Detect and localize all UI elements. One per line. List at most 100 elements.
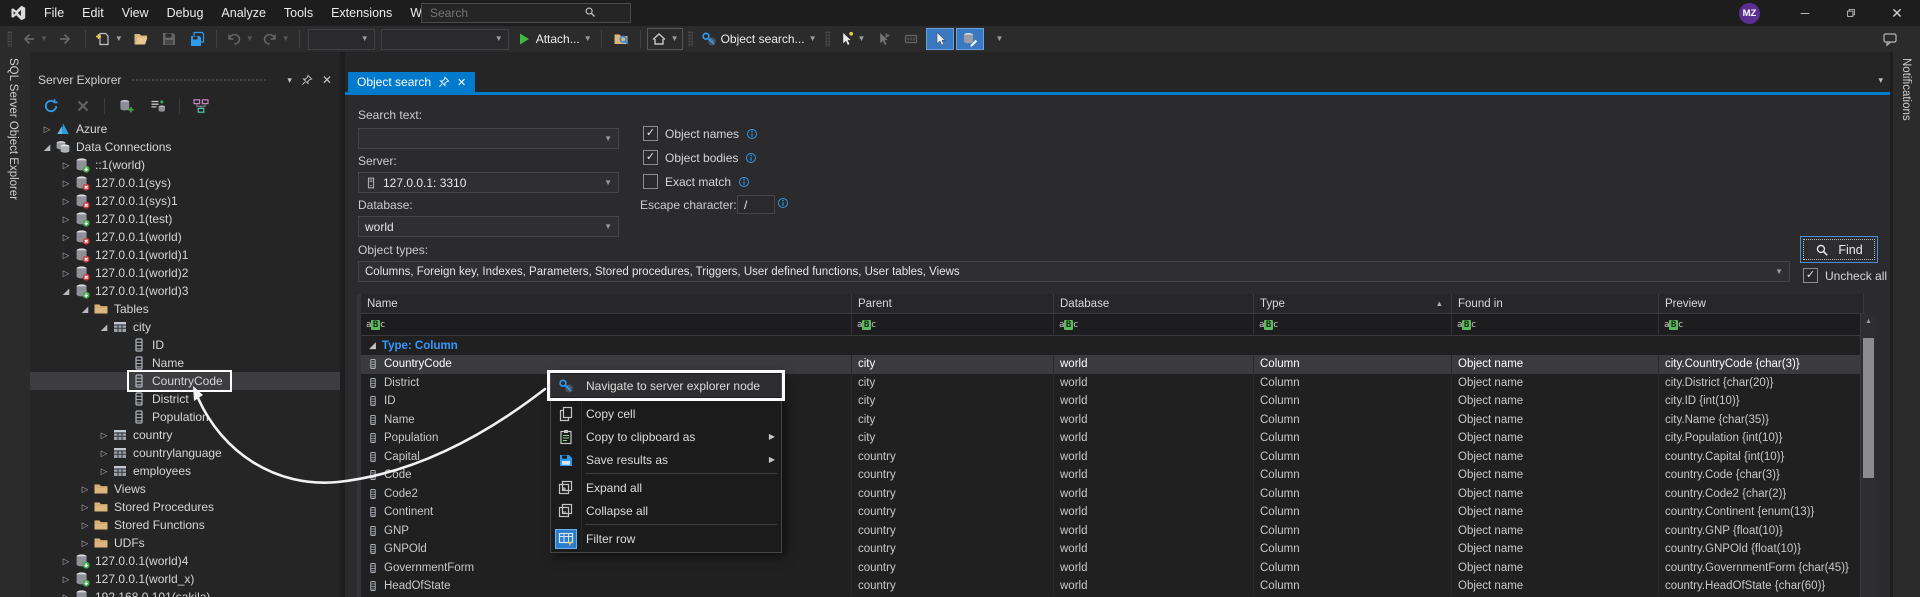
tree-item-udfs[interactable]: ▷UDFs (30, 534, 340, 552)
chevron-down-icon[interactable]: ▼ (282, 35, 290, 43)
checkbox-exact-match[interactable]: Exact match (643, 174, 750, 189)
tree-item--1-world-[interactable]: ▷::1(world) (30, 156, 340, 174)
global-search-input[interactable] (421, 3, 631, 23)
chevron-down-icon[interactable]: ▼ (584, 35, 592, 43)
search-icon[interactable] (584, 6, 596, 18)
tree-item-countrylanguage[interactable]: ▷countrylanguage (30, 444, 340, 462)
tree-item-127-0-0-1-test-[interactable]: ▷127.0.0.1(test) (30, 210, 340, 228)
column-header-database[interactable]: Database (1054, 294, 1254, 314)
save-all-button[interactable] (184, 28, 210, 50)
menu-debug[interactable]: Debug (158, 2, 213, 24)
object-types-combo[interactable]: Columns, Foreign key, Indexes, Parameter… (358, 261, 1790, 282)
chevron-down-icon[interactable]: ▼ (246, 35, 254, 43)
tree-item-name[interactable]: Name (30, 354, 340, 372)
expander-icon[interactable]: ▷ (59, 160, 73, 171)
chevron-down-icon[interactable]: ▼ (495, 35, 503, 43)
checkbox-object-bodies[interactable]: ✓Object bodies (643, 150, 757, 165)
tree-item-127-0-0-1-world-x-[interactable]: ▷127.0.0.1(world_x) (30, 570, 340, 588)
menu-view[interactable]: View (113, 2, 158, 24)
chevron-down-icon[interactable]: ▼ (361, 35, 369, 43)
chevron-down-icon[interactable]: ▼ (671, 35, 679, 43)
chevron-down-icon[interactable]: ▼ (115, 35, 123, 43)
expander-icon[interactable]: ▷ (59, 214, 73, 225)
uncheck-all-checkbox[interactable]: ✓ Uncheck all (1803, 268, 1887, 283)
restore-button[interactable] (1828, 0, 1874, 26)
account-avatar[interactable]: MZ (1739, 3, 1760, 24)
chevron-down-icon[interactable]: ▼ (40, 35, 48, 43)
tree-item-employees[interactable]: ▷employees (30, 462, 340, 480)
select-pointer-button[interactable]: ▼ (835, 28, 869, 50)
pin-icon[interactable] (301, 74, 313, 86)
expander-icon[interactable]: ▷ (40, 124, 54, 135)
object-search-button[interactable]: Object search...▼ (698, 28, 820, 50)
checkbox-icon[interactable] (643, 174, 658, 189)
filter-cell[interactable]: aBc (1054, 314, 1254, 336)
scrollbar-thumb[interactable] (1863, 338, 1874, 478)
tree-item-stored-procedures[interactable]: ▷Stored Procedures (30, 498, 340, 516)
tree-item-127-0-0-1-world-3[interactable]: ◢127.0.0.1(world)3 (30, 282, 340, 300)
column-header-parent[interactable]: Parent (852, 294, 1054, 314)
menu-item-navigate-to-server-explorer-node[interactable]: Navigate to server explorer node (551, 374, 781, 397)
chevron-down-icon[interactable]: ▼ (1775, 268, 1783, 276)
open-file-button[interactable] (128, 28, 154, 50)
checkbox-icon[interactable]: ✓ (643, 150, 658, 165)
chevron-down-icon[interactable]: ▼ (858, 35, 866, 43)
tree-item-views[interactable]: ▷Views (30, 480, 340, 498)
expander-icon[interactable]: ▷ (78, 520, 92, 531)
escape-character-field[interactable]: / (737, 195, 775, 214)
tree-item-192-168-0-101-sakila-[interactable]: ▷192.168.0.101(sakila) (30, 588, 340, 597)
db-edit-mode-button[interactable] (956, 28, 984, 50)
expander-icon[interactable]: ▷ (78, 484, 92, 495)
filter-cell[interactable]: aBc (361, 314, 852, 336)
expander-icon[interactable]: ▷ (59, 196, 73, 207)
expander-icon[interactable]: ▷ (97, 430, 111, 441)
find-button[interactable]: Find (1800, 236, 1878, 263)
connect-to-database-button[interactable] (113, 95, 139, 117)
tree-item-stored-functions[interactable]: ▷Stored Functions (30, 516, 340, 534)
sidebar-tab-notifications[interactable]: Notifications (1893, 52, 1920, 597)
expander-icon[interactable]: ◢ (369, 340, 376, 351)
tab-close-icon[interactable]: ✕ (457, 76, 466, 89)
scroll-up-icon[interactable]: ▲ (1861, 314, 1876, 328)
tree-item-city[interactable]: ◢city (30, 318, 340, 336)
result-grid-button[interactable] (898, 28, 924, 50)
column-header-preview[interactable]: Preview (1659, 294, 1864, 314)
find-in-files-button[interactable] (608, 28, 634, 50)
checkbox-object-names[interactable]: ✓Object names (643, 126, 758, 141)
expander-icon[interactable]: ◢ (97, 322, 111, 333)
expander-icon[interactable]: ◢ (78, 304, 92, 315)
redo-button[interactable]: ▼ (259, 28, 293, 50)
new-project-button[interactable]: ▼ (92, 28, 126, 50)
chevron-down-icon[interactable]: ▼ (604, 179, 612, 187)
refresh-button[interactable] (38, 95, 64, 117)
expander-icon[interactable]: ▷ (59, 574, 73, 585)
info-icon[interactable] (746, 128, 758, 140)
filter-cell[interactable]: aBc (852, 314, 1054, 336)
web-browser-button[interactable]: ▼ (647, 28, 683, 50)
checkbox-icon[interactable]: ✓ (1803, 268, 1818, 283)
filter-cell[interactable]: aBc (1452, 314, 1659, 336)
tree-item-127-0-0-1-world-2[interactable]: ▷127.0.0.1(world)2 (30, 264, 340, 282)
menu-analyze[interactable]: Analyze (212, 2, 274, 24)
tree-item-127-0-0-1-sys-1[interactable]: ▷127.0.0.1(sys)1 (30, 192, 340, 210)
expander-icon[interactable]: ▷ (59, 268, 73, 279)
chevron-down-icon[interactable]: ▼ (809, 35, 817, 43)
solution-platforms-combo[interactable]: ▼ (381, 29, 509, 50)
run-selection-button[interactable] (870, 28, 896, 50)
solution-configurations-combo[interactable]: ▼ (308, 29, 375, 50)
table-row[interactable]: GovernmentFormcountryworldColumnObject n… (361, 559, 1864, 578)
column-header-type[interactable]: Type▲ (1254, 294, 1452, 314)
menu-item-copy-cell[interactable]: Copy cell (551, 402, 781, 425)
expander-icon[interactable]: ▷ (97, 448, 111, 459)
info-icon[interactable] (738, 176, 750, 188)
info-icon[interactable] (777, 197, 789, 209)
expander-icon[interactable]: ◢ (59, 286, 73, 297)
nav-forward-button[interactable] (53, 28, 79, 50)
expander-icon[interactable]: ▷ (59, 178, 73, 189)
menu-item-collapse-all[interactable]: Collapse all (551, 499, 781, 522)
vertical-scrollbar[interactable]: ▲ (1860, 314, 1876, 597)
filter-cell[interactable]: aBc (1254, 314, 1452, 336)
tab-list-chevron-icon[interactable]: ▾ (1878, 75, 1883, 86)
tree-item-127-0-0-1-sys-[interactable]: ▷127.0.0.1(sys) (30, 174, 340, 192)
pointer-mode-button[interactable] (926, 28, 954, 50)
